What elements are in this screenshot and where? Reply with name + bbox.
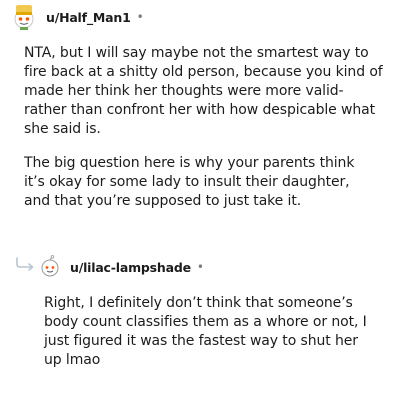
- meta-separator: •: [136, 10, 144, 24]
- comment-header: u/Half_Man1 •: [10, 2, 144, 32]
- comment-paragraph: The big question here is why your parent…: [24, 155, 355, 209]
- meta-separator: •: [196, 260, 204, 274]
- snoo-avatar-icon[interactable]: [38, 255, 62, 279]
- reply-username[interactable]: u/lilac-lampshade: [70, 260, 191, 275]
- reply-paragraph: Right, I definitely don’t think that som…: [44, 295, 367, 368]
- snoo-avatar-icon[interactable]: [10, 3, 38, 31]
- comment-username[interactable]: u/Half_Man1: [46, 10, 131, 25]
- comment-paragraph: NTA, but I will say maybe not the smarte…: [24, 45, 383, 137]
- reply-arrow-icon: [14, 256, 38, 271]
- reply-header: u/lilac-lampshade •: [38, 252, 204, 282]
